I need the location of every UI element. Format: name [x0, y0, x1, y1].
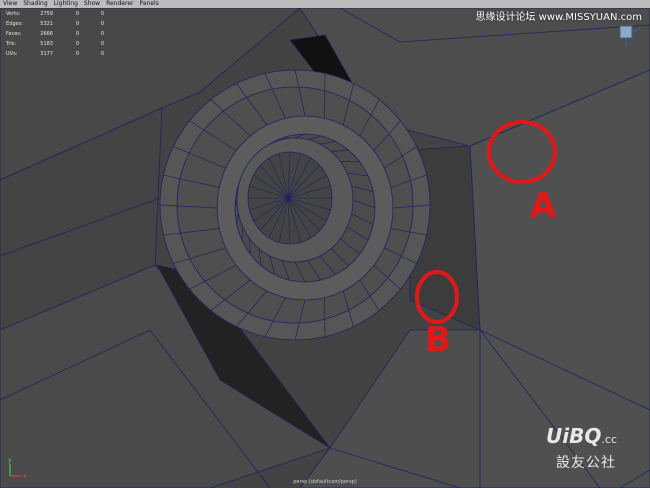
hud-row: Faces: 2666 0 0 — [6, 31, 104, 37]
watermark-top: 思缘设计论坛 www.MISSYUAN.com — [475, 12, 642, 23]
hud-row: Edges: 5321 0 0 — [6, 21, 104, 27]
hud-row: Verts: 2759 0 0 — [6, 11, 104, 17]
watermark-chinese: 設友公社 — [556, 455, 616, 471]
watermark-brand-suffix: .cc — [601, 433, 617, 446]
menu-shading[interactable]: Shading — [20, 0, 50, 8]
annotation-label-a: A — [530, 186, 557, 226]
hud-row: UVs: 3177 0 0 — [6, 51, 104, 57]
camera-label: persp (defaultcam/persp) — [293, 479, 357, 485]
ring-mesh[interactable] — [159, 69, 431, 341]
poly-count-hud: Verts: 2759 0 0 Edges: 5321 0 0 Faces: 2666 0 0 T… — [6, 9, 104, 59]
hud-row: Tris: 5183 0 0 — [6, 41, 104, 47]
watermark-brand: UiBQ.cc — [546, 424, 617, 448]
menu-view[interactable]: View — [0, 0, 20, 8]
3d-viewport[interactable]: x y — [0, 0, 650, 488]
menu-panels[interactable]: Panels — [136, 0, 161, 8]
watermark-brand-text: UiBQ — [546, 424, 602, 448]
menu-renderer[interactable]: Renderer — [103, 0, 136, 8]
menu-lighting[interactable]: Lighting — [51, 0, 81, 8]
menu-show[interactable]: Show — [81, 0, 103, 8]
panel-menu-bar: View Shading Lighting Show Renderer Pane… — [0, 0, 650, 8]
annotation-label-b: B — [425, 320, 451, 360]
axis-y-label: y — [8, 457, 12, 464]
maya-viewport-window: x y View Shading Lighting Show Renderer … — [0, 0, 650, 488]
